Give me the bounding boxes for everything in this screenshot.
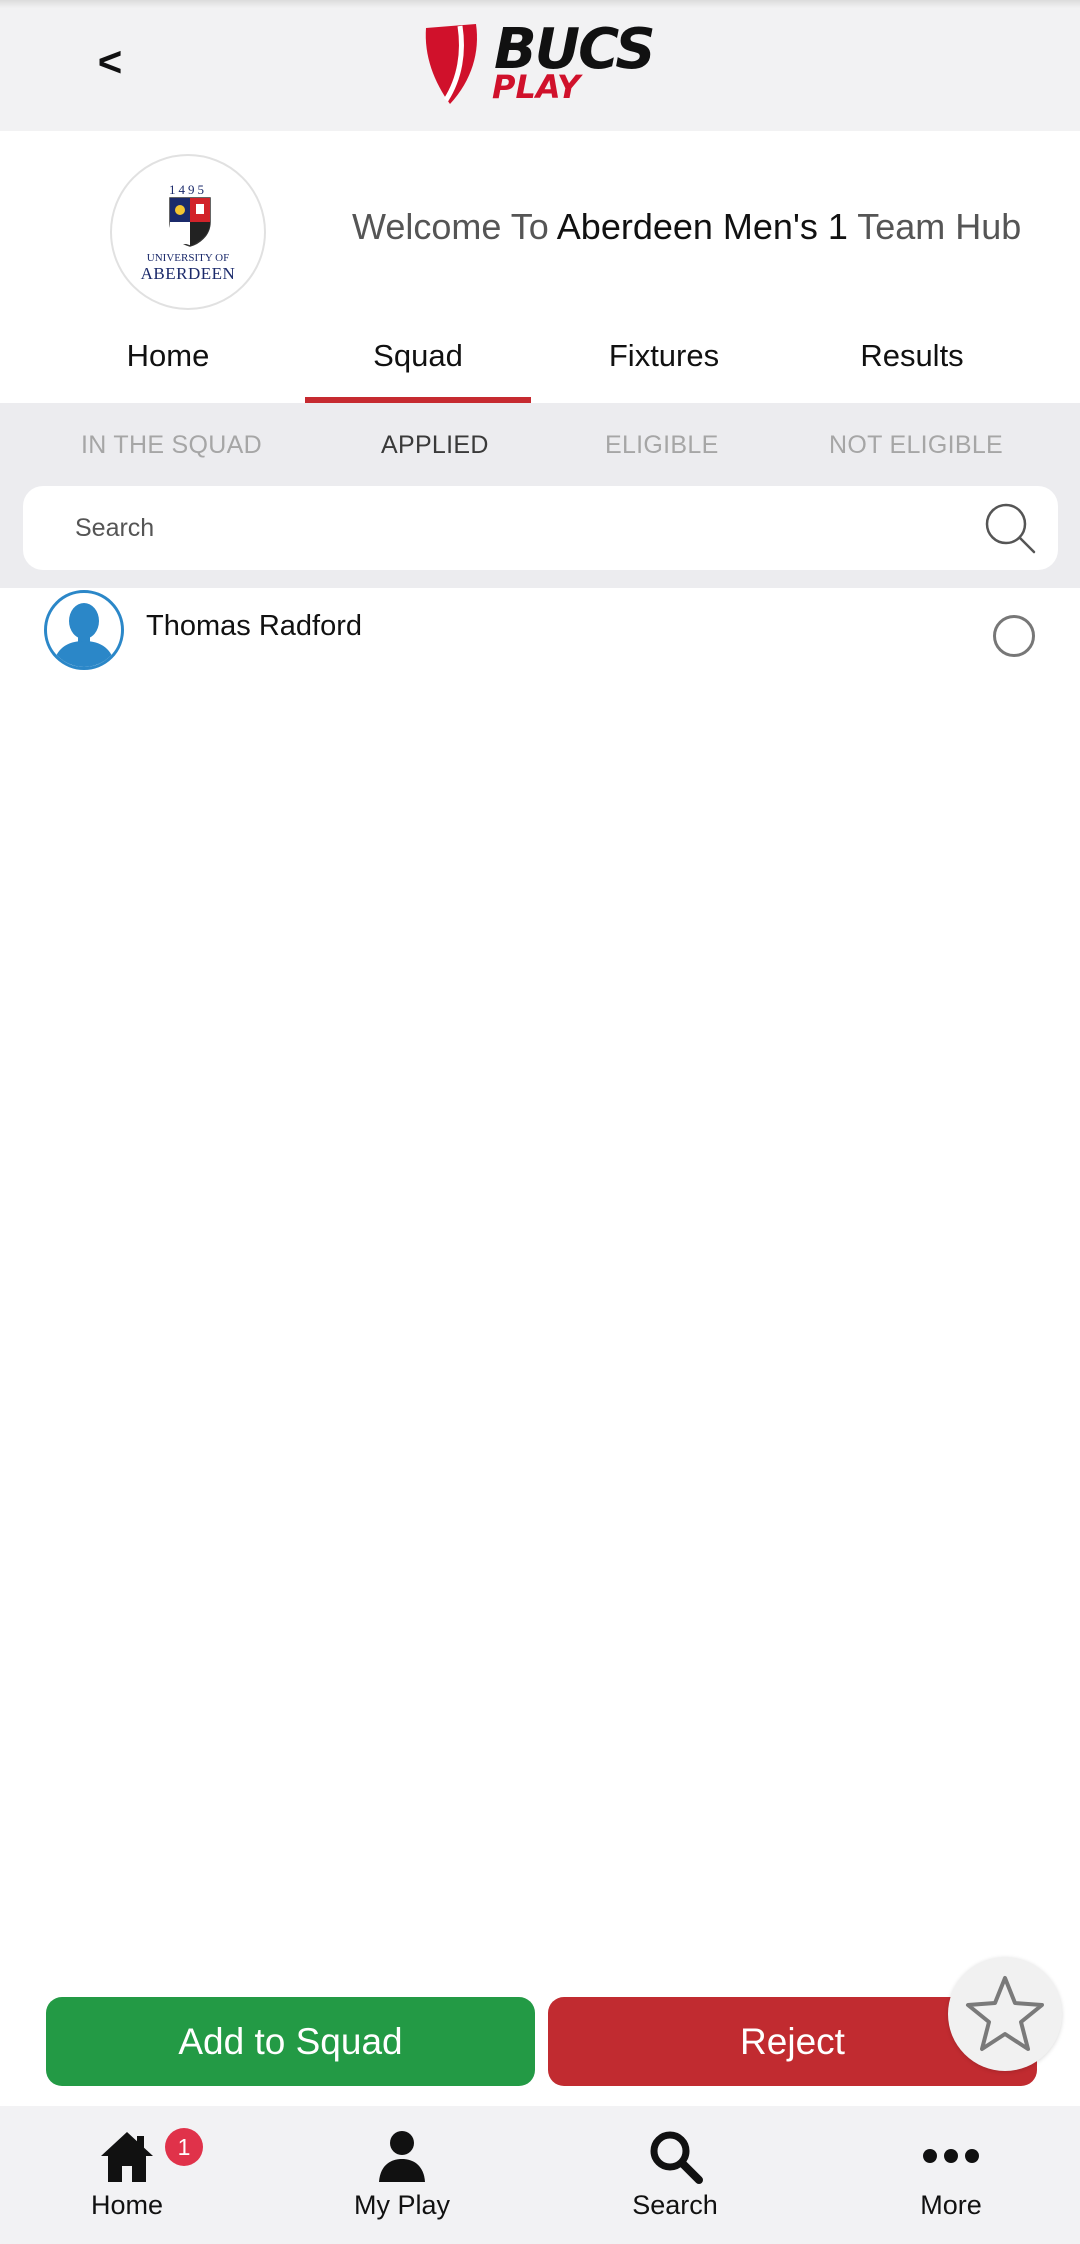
- search-icon: [650, 2131, 703, 2184]
- notification-badge: 1: [165, 2128, 203, 2166]
- team-name: Aberdeen Men's 1: [556, 206, 848, 247]
- university-crest: 1495 UNIVERSITY OF ABERDEEN: [110, 154, 266, 310]
- shield-logo-icon: [425, 24, 477, 104]
- subtab-not-eligible[interactable]: NOT ELIGIBLE: [829, 431, 1003, 460]
- crest-line-1: UNIVERSITY OF: [146, 252, 230, 264]
- nav-home[interactable]: 1 Home: [27, 2106, 227, 2244]
- search-icon[interactable]: [982, 500, 1038, 556]
- add-to-squad-button[interactable]: Add to Squad: [46, 1997, 535, 2086]
- subtab-eligible[interactable]: ELIGIBLE: [605, 431, 719, 460]
- squad-filter-panel: IN THE SQUAD APPLIED ELIGIBLE NOT ELIGIB…: [0, 403, 1080, 588]
- nav-more-label: More: [920, 2190, 982, 2220]
- subtab-applied[interactable]: APPLIED: [381, 431, 489, 460]
- home-icon: [101, 2132, 153, 2182]
- more-icon: [923, 2149, 979, 2163]
- search-bar: [23, 486, 1058, 570]
- welcome-title: Welcome To Aberdeen Men's 1 Team Hub: [352, 206, 1052, 248]
- player-name: Thomas Radford: [146, 610, 362, 642]
- top-app-bar: < BUCS PLAY: [0, 0, 1080, 131]
- team-tabs: Home Squad Fixtures Results: [0, 330, 1080, 403]
- nav-search-label: Search: [632, 2190, 718, 2220]
- subtab-in-the-squad[interactable]: IN THE SQUAD: [81, 431, 262, 460]
- brand-secondary: PLAY: [492, 68, 581, 106]
- search-input[interactable]: [75, 486, 955, 570]
- welcome-prefix: Welcome To: [352, 206, 557, 247]
- avatar: [44, 590, 124, 670]
- bucs-play-logo: BUCS PLAY: [420, 20, 660, 104]
- welcome-suffix: Team Hub: [847, 206, 1022, 247]
- status-shadow: [0, 0, 1080, 8]
- tab-squad[interactable]: Squad: [305, 330, 531, 403]
- nav-more[interactable]: More: [851, 2106, 1051, 2244]
- crest-line-2: ABERDEEN: [140, 264, 236, 283]
- star-icon: [966, 1976, 1044, 2051]
- back-button[interactable]: <: [80, 30, 140, 94]
- nav-my-play-label: My Play: [353, 2190, 451, 2220]
- player-select-radio[interactable]: [993, 615, 1035, 657]
- tab-results[interactable]: Results: [820, 330, 1004, 403]
- tab-home[interactable]: Home: [84, 330, 252, 403]
- tab-fixtures[interactable]: Fixtures: [576, 330, 752, 403]
- crest-shield-icon: [169, 197, 211, 247]
- list-item[interactable]: Thomas Radford: [0, 590, 1080, 686]
- bottom-navigation: 1 Home My Play Search More: [0, 2106, 1080, 2244]
- favourite-button[interactable]: [948, 1957, 1062, 2071]
- nav-search[interactable]: Search: [575, 2106, 775, 2244]
- nav-home-label: Home: [90, 2190, 164, 2220]
- person-icon: [379, 2131, 425, 2182]
- person-placeholder-icon: [53, 603, 115, 667]
- nav-my-play[interactable]: My Play: [302, 2106, 502, 2244]
